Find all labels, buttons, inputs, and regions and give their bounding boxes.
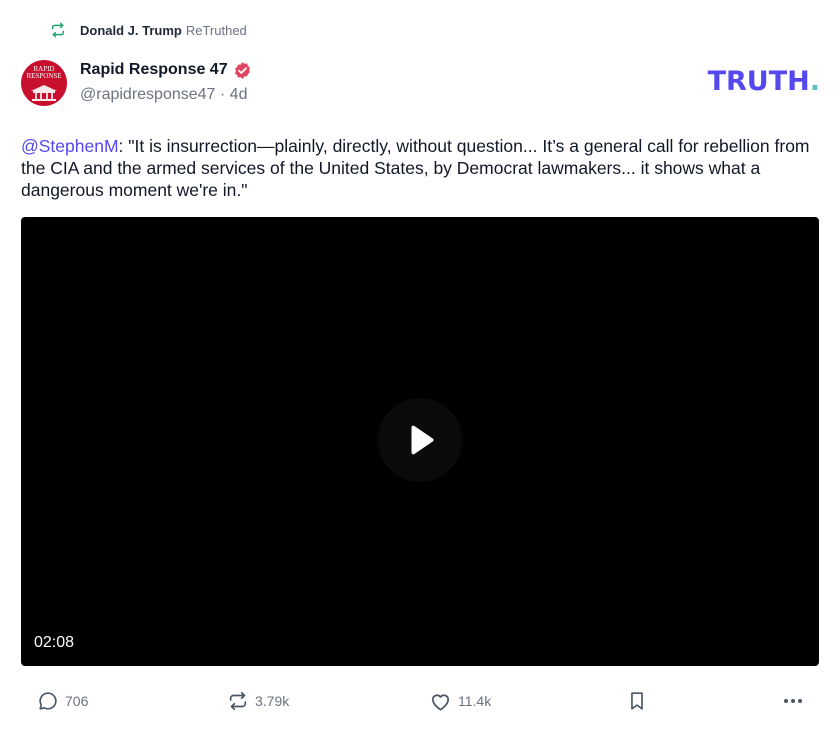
meta-separator: ·	[219, 86, 230, 103]
reply-count: 706	[65, 693, 89, 709]
retruth-count: 3.79k	[255, 693, 290, 709]
truth-logo-dot: .	[809, 66, 820, 97]
play-icon	[400, 420, 440, 460]
author-handle[interactable]: @rapidresponse47	[80, 86, 215, 103]
like-button[interactable]: 11.4k	[429, 686, 491, 716]
reply-button[interactable]: 706	[37, 686, 88, 716]
post-age[interactable]: 4d	[230, 86, 248, 103]
post-text: @StephenM: "It is insurrection—plainly, …	[21, 135, 821, 201]
action-bar: 706 3.79k 11.4k	[0, 686, 840, 716]
retruth-banner: Donald J. Trump ReTruthed	[50, 20, 247, 40]
video-player[interactable]: 02:08	[21, 217, 819, 666]
post-body: : "It is insurrection—plainly, directly,…	[21, 136, 810, 200]
retruth-label: ReTruthed	[185, 22, 247, 38]
truth-logo-text: TRUTH	[707, 66, 810, 97]
more-button[interactable]	[781, 686, 811, 716]
retruth-icon	[50, 22, 66, 38]
retruth-button[interactable]: 3.79k	[227, 686, 289, 716]
heart-icon	[429, 690, 458, 713]
truth-logo[interactable]: TRUTH.	[708, 68, 820, 96]
bookmark-icon	[626, 690, 654, 712]
post-author: RAPID RESPONSE Rapid Response 47 @rapidr…	[21, 60, 252, 106]
video-duration: 02:08	[34, 634, 75, 651]
comment-icon	[37, 690, 65, 712]
bookmark-button[interactable]	[626, 686, 654, 716]
retruth-user-name[interactable]: Donald J. Trump	[80, 23, 182, 38]
more-icon	[781, 689, 811, 713]
verified-badge-icon	[233, 61, 252, 80]
like-count: 11.4k	[458, 693, 492, 709]
play-button[interactable]	[378, 398, 462, 482]
author-display-name[interactable]: Rapid Response 47	[80, 61, 228, 79]
avatar[interactable]: RAPID RESPONSE	[21, 60, 67, 106]
retruth-icon	[227, 690, 255, 712]
mention-link[interactable]: @StephenM	[21, 136, 119, 156]
